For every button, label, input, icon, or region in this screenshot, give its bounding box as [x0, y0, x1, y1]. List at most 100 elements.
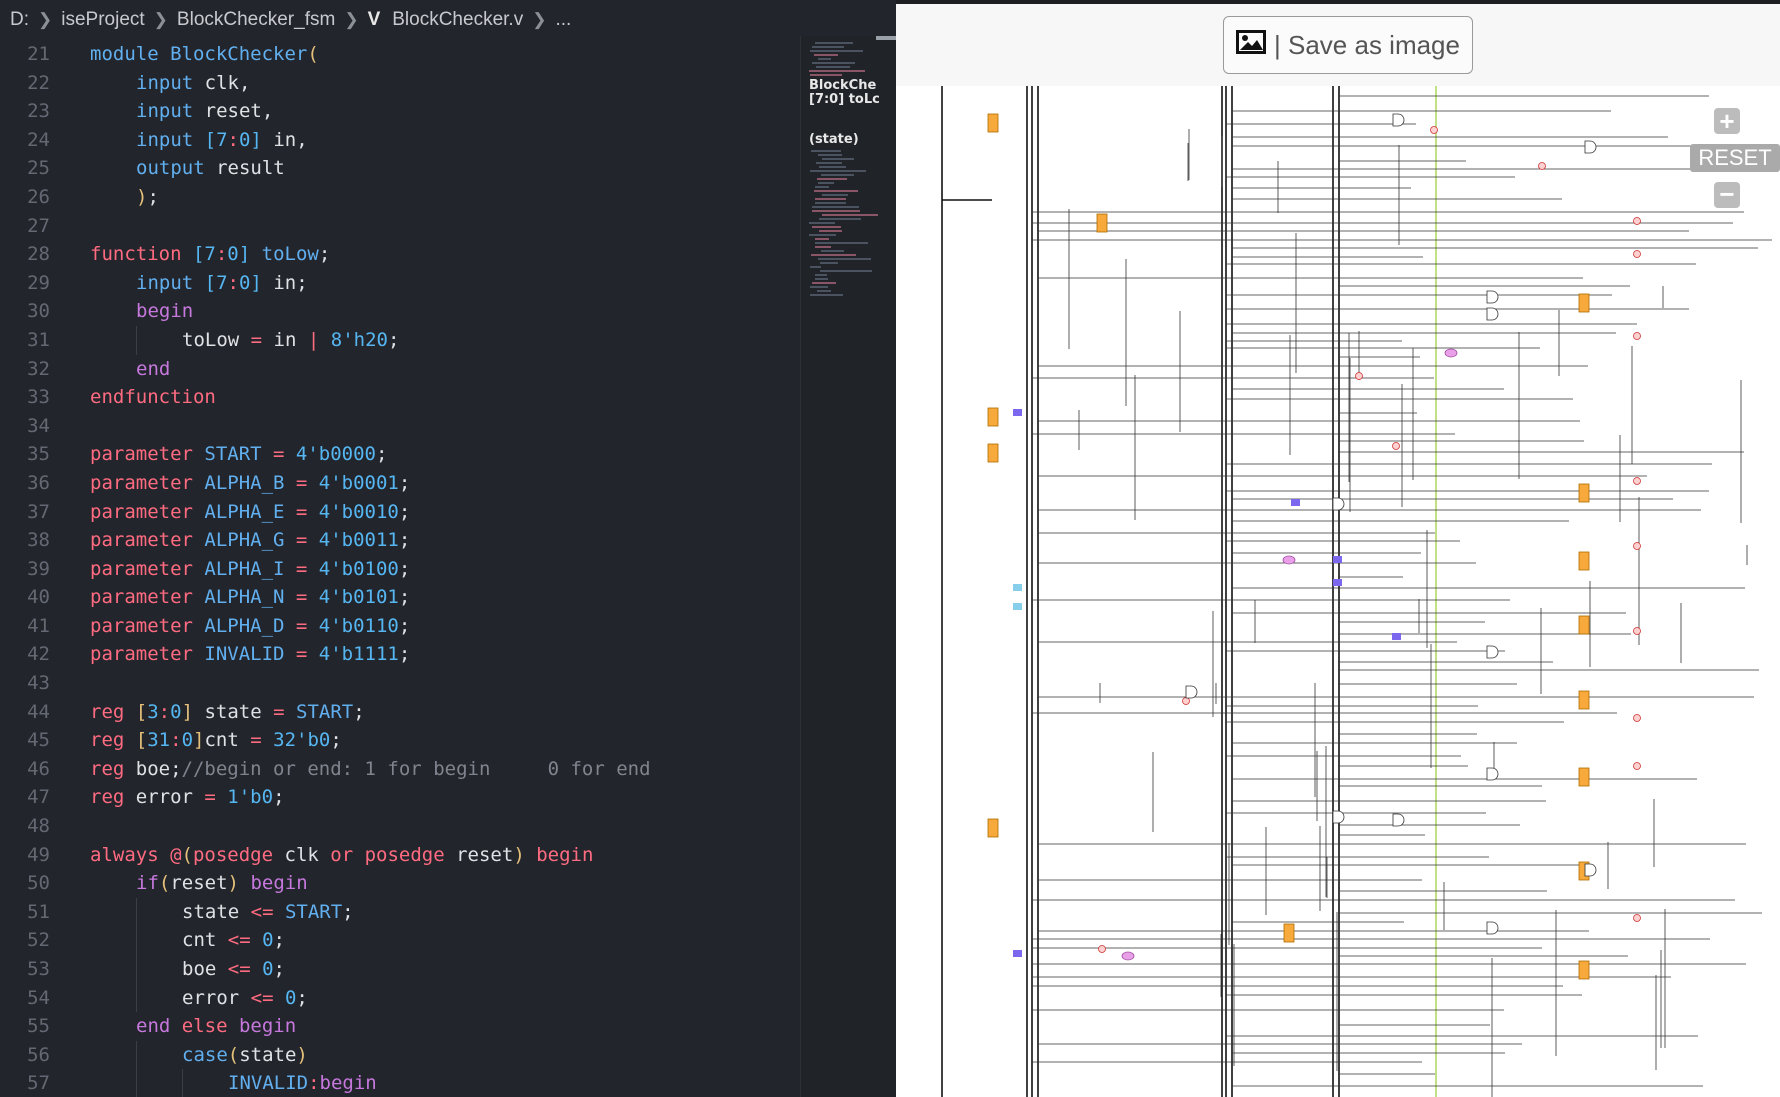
register-block [987, 443, 999, 463]
code-editor[interactable]: D: ❯ iseProject ❯ BlockChecker_fsm ❯ V B… [0, 0, 896, 1097]
line-number: 43 [27, 672, 50, 695]
code-line[interactable]: 46 reg boe;//begin or end: 1 for begin 0 … [0, 755, 800, 784]
code-line[interactable]: 35 parameter START = 4'b0000; [0, 440, 800, 469]
line-number: 51 [27, 900, 50, 923]
code-line[interactable]: 43 [0, 669, 800, 698]
code-line[interactable]: 28 function [7:0] toLow; [0, 240, 800, 269]
code-text: cnt <= 0; [90, 926, 285, 955]
line-number: 21 [27, 43, 50, 65]
port-block [1333, 579, 1342, 586]
zoom-in-button[interactable]: + [1714, 108, 1740, 134]
breadcrumb-item-drive[interactable]: D: [10, 9, 29, 31]
code-line[interactable]: 52 cnt <= 0; [0, 926, 800, 955]
inverter-bubble [1633, 217, 1641, 225]
code-text: parameter ALPHA_E = 4'b0010; [90, 500, 411, 523]
code-line[interactable]: 42 parameter INVALID = 4'b1111; [0, 640, 800, 669]
breadcrumb-item-symbols[interactable]: ... [555, 9, 571, 31]
inverter-bubble [1392, 442, 1400, 450]
port-block [1333, 556, 1342, 563]
line-number: 54 [27, 986, 50, 1009]
code-line[interactable]: 24 input [7:0] in, [0, 126, 800, 155]
code-line[interactable]: 22 input clk, [0, 69, 800, 98]
code-line[interactable]: 53 boe <= 0; [0, 955, 800, 984]
line-number: 38 [27, 529, 50, 552]
scrollbar-thumb[interactable] [876, 36, 896, 40]
code-text: parameter INVALID = 4'b1111; [90, 643, 411, 666]
code-line[interactable]: 27 [0, 212, 800, 241]
code-line[interactable]: 26); [0, 183, 800, 212]
minimap-line [810, 74, 842, 76]
code-line[interactable]: 48 [0, 812, 800, 841]
line-number: 28 [27, 243, 50, 266]
minimap-line [819, 166, 846, 168]
minimap-line [812, 62, 855, 64]
code-line[interactable]: 38 parameter ALPHA_G = 4'b0011; [0, 526, 800, 555]
code-line[interactable]: 44 reg [3:0] state = START; [0, 698, 800, 727]
line-number: 22 [27, 71, 50, 94]
code-line[interactable]: 50 if(reset) begin [0, 869, 800, 898]
code-line[interactable]: 45 reg [31:0]cnt = 32'b0; [0, 726, 800, 755]
code-line[interactable]: 41 parameter ALPHA_D = 4'b0110; [0, 612, 800, 641]
line-number: 40 [27, 586, 50, 609]
code-line[interactable]: 47 reg error = 1'b0; [0, 783, 800, 812]
code-line[interactable]: 36 parameter ALPHA_B = 4'b0001; [0, 469, 800, 498]
reset-button[interactable]: RESET [1690, 144, 1780, 172]
code-text: endfunction [90, 386, 216, 409]
line-number: 57 [27, 1072, 50, 1095]
code-line[interactable]: 49 always @(posedge clk or posedge reset)… [0, 841, 800, 870]
inverter-bubble [1633, 250, 1641, 258]
code-line[interactable]: 32 end [0, 355, 800, 384]
save-as-image-button[interactable]: | Save as image [1223, 16, 1473, 74]
inverter-bubble [1182, 697, 1190, 705]
port-block [1013, 603, 1022, 610]
code-line[interactable]: 31 toLow = in | 8'h20; [0, 325, 800, 355]
code-line[interactable]: 56 case(state) [0, 1040, 800, 1070]
code-line[interactable]: 29 input [7:0] in; [0, 269, 800, 298]
code-line[interactable]: 51 state <= START; [0, 897, 800, 927]
register-block [1578, 551, 1590, 571]
breadcrumb-item-project[interactable]: iseProject [61, 9, 144, 31]
register-block [1578, 615, 1590, 635]
minimap-line [821, 174, 854, 176]
viewer-toolbar: | Save as image [896, 4, 1780, 86]
code-line[interactable]: 30 begin [0, 297, 800, 326]
line-number: 37 [27, 500, 50, 523]
minimap-label: [7:0] toLc [809, 92, 880, 107]
line-number: 56 [27, 1043, 50, 1066]
line-number: 36 [27, 471, 50, 494]
code-line[interactable]: 39 parameter ALPHA_I = 4'b0100; [0, 555, 800, 584]
code-line[interactable]: 57 INVALID:begin [0, 1069, 800, 1097]
code-text: if(reset) begin [136, 872, 308, 895]
logic-gate [1392, 813, 1405, 827]
logic-gate [1332, 810, 1345, 824]
schematic-viewer[interactable]: | Save as image + RESET − [896, 0, 1780, 1097]
code-line[interactable]: 54 error <= 0; [0, 983, 800, 1013]
line-number: 23 [27, 100, 50, 123]
minimap-line [812, 282, 836, 284]
code-text: case(state) [90, 1040, 308, 1070]
code-line[interactable]: 33 endfunction [0, 383, 800, 412]
code-line[interactable]: 40 parameter ALPHA_N = 4'b0101; [0, 583, 800, 612]
line-number: 35 [27, 443, 50, 466]
code-area[interactable]: 21 module BlockChecker(22 input clk, 23 inpu… [0, 40, 800, 1097]
line-number: 42 [27, 643, 50, 666]
code-line[interactable]: 37 parameter ALPHA_E = 4'b0010; [0, 498, 800, 527]
schematic-canvas[interactable] [896, 86, 1780, 1097]
logic-gate [1486, 921, 1499, 935]
port-block [1291, 499, 1300, 506]
breadcrumb-item-file[interactable]: BlockChecker.v [392, 9, 523, 31]
code-line[interactable]: 25 output result [0, 154, 800, 183]
mux-cell [1121, 951, 1135, 961]
minimap-line [822, 214, 878, 216]
code-line[interactable]: 23 input reset, [0, 97, 800, 126]
minimap-line [812, 46, 844, 48]
code-line[interactable]: 34 [0, 412, 800, 441]
code-text: boe <= 0; [90, 955, 285, 984]
minimap[interactable]: BlockChe [7:0] toLc (state) [800, 36, 896, 1097]
breadcrumb-item-folder[interactable]: BlockChecker_fsm [177, 9, 335, 31]
minimap-line [814, 54, 838, 56]
inverter-bubble [1633, 477, 1641, 485]
code-line[interactable]: 21 module BlockChecker( [0, 40, 800, 69]
code-line[interactable]: 55 end else begin [0, 1012, 800, 1041]
zoom-out-button[interactable]: − [1714, 181, 1740, 208]
